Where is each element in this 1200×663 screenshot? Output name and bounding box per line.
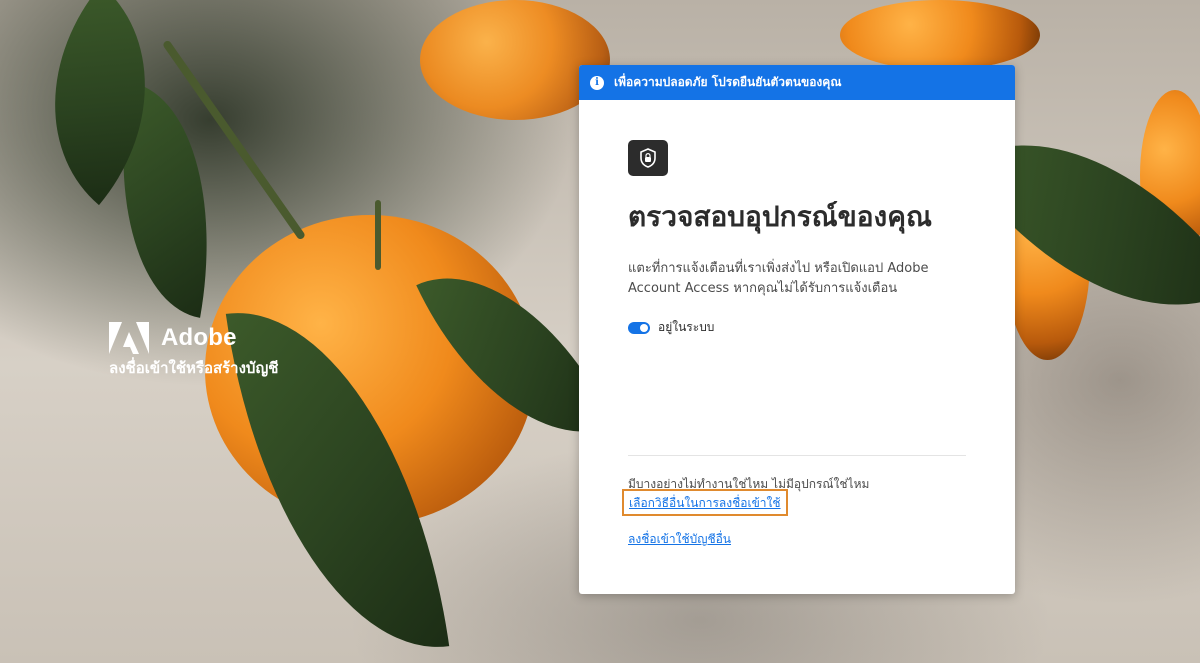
stay-signed-in-toggle[interactable] — [628, 321, 650, 334]
stem — [375, 200, 381, 270]
adobe-logo-icon — [109, 322, 149, 354]
stay-signed-in-label: อยู่ในระบบ — [658, 320, 715, 334]
brand-subtitle: ลงชื่อเข้าใช้หรือสร้างบัญชี — [109, 359, 279, 377]
security-banner: i เพื่อความปลอดภัย โปรดยืนยันตัวตนของคุณ — [579, 65, 1015, 100]
divider — [628, 455, 966, 456]
other-account-container: ลงชื่อเข้าใช้บัญชีอื่น — [628, 528, 731, 549]
banner-text: เพื่อความปลอดภัย โปรดยืนยันตัวตนของคุณ — [614, 75, 842, 89]
page-title: ตรวจสอบอุปกรณ์ของคุณ — [628, 200, 932, 233]
verification-card: i เพื่อความปลอดภัย โปรดยืนยันตัวตนของคุณ… — [579, 65, 1015, 594]
orange-fruit — [840, 0, 1040, 70]
stay-signed-in-row[interactable]: อยู่ในระบบ — [628, 318, 966, 337]
card-content: ตรวจสอบอุปกรณ์ของคุณ แตะที่การแจ้งเตือนท… — [579, 140, 1015, 337]
brand-block: Adobe ลงชื่อเข้าใช้หรือสร้างบัญชี — [109, 322, 278, 380]
device-lock-icon — [628, 140, 668, 176]
info-icon: i — [590, 75, 604, 90]
alt-signin-highlight: เลือกวิธีอื่นในการลงชื่อเข้าใช้ — [622, 489, 788, 516]
other-account-link[interactable]: ลงชื่อเข้าใช้บัญชีอื่น — [628, 532, 731, 546]
instruction-text: แตะที่การแจ้งเตือนที่เราเพิ่งส่งไป หรือเ… — [628, 261, 929, 296]
brand-name: Adobe — [161, 324, 237, 351]
login-page: Adobe ลงชื่อเข้าใช้หรือสร้างบัญชี i เพื่… — [0, 0, 1200, 663]
alt-signin-link[interactable]: เลือกวิธีอื่นในการลงชื่อเข้าใช้ — [629, 496, 781, 510]
